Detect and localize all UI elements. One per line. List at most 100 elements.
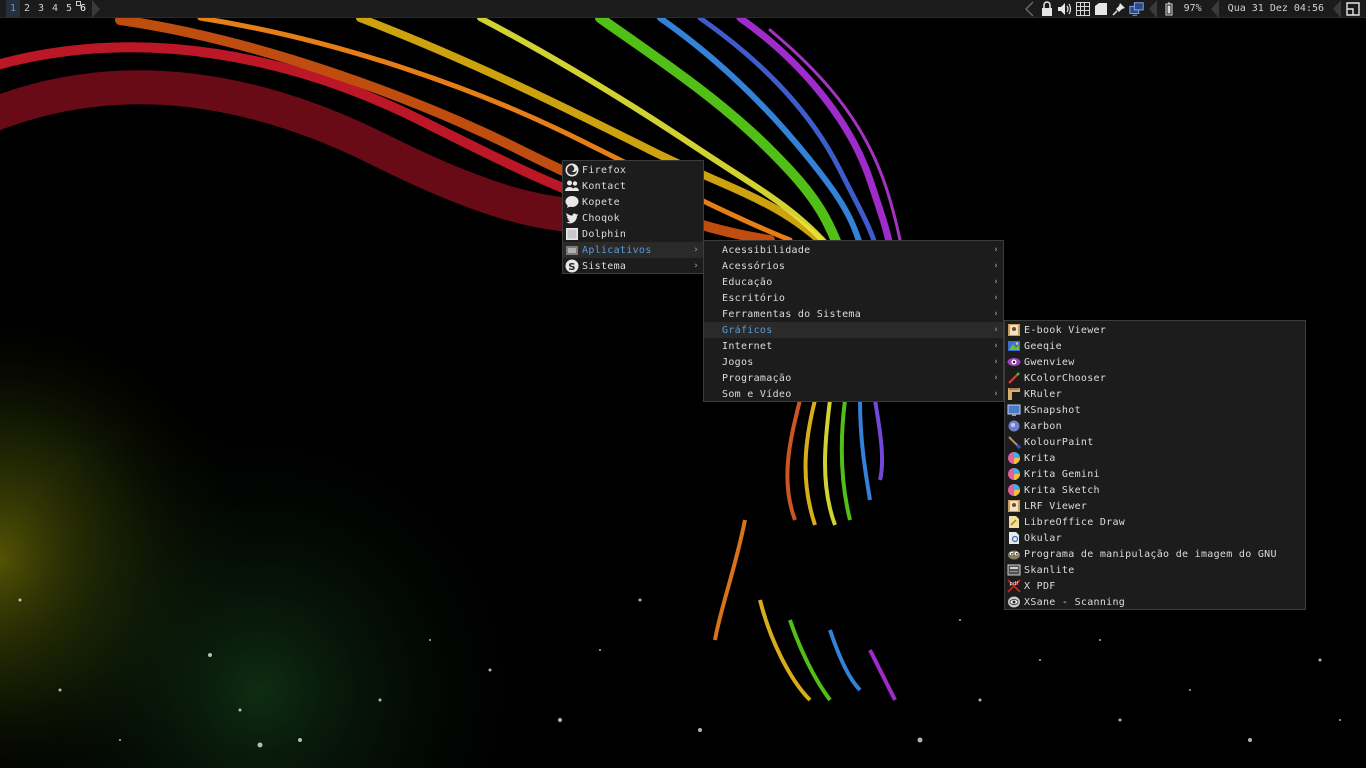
submenu-arrow-icon: › [993, 325, 999, 335]
svg-text:S: S [568, 262, 576, 273]
app-xpdf[interactable]: pdf X PDF [1005, 578, 1305, 594]
app-gimp[interactable]: Programa de manipulação de imagem do GNU [1005, 546, 1305, 562]
top-panel: 1 2 3 4 5 6 97% Qua 31 Dez 04:56 [0, 0, 1366, 18]
color-picker-icon [1007, 371, 1021, 385]
lock-icon[interactable] [1039, 0, 1055, 17]
menu-item-label: Sistema [582, 260, 627, 272]
volume-icon[interactable] [1057, 1, 1073, 17]
menu-item-label: Skanlite [1024, 564, 1075, 576]
menu-item-dolphin[interactable]: Dolphin [563, 226, 703, 242]
app-lrf-viewer[interactable]: LRF Viewer [1005, 498, 1305, 514]
menu-item-choqok[interactable]: Choqok [563, 210, 703, 226]
app-skanlite[interactable]: Skanlite [1005, 562, 1305, 578]
menu-item-label: KColorChooser [1024, 372, 1107, 384]
menu-item-label: KRuler [1024, 388, 1062, 400]
menu-item-kontact[interactable]: Kontact [563, 178, 703, 194]
menu-item-label: Choqok [582, 212, 620, 224]
twitter-bird-icon [565, 211, 579, 225]
category-internet[interactable]: Internet › [704, 338, 1003, 354]
menu-item-label: Okular [1024, 532, 1062, 544]
submenu-arrow-icon: › [993, 245, 999, 255]
menu-item-label: Internet [722, 340, 773, 352]
desktop-5[interactable]: 5 [62, 0, 76, 18]
submenu-arrow-icon: › [993, 373, 999, 383]
menu-item-firefox[interactable]: Firefox [563, 162, 703, 178]
notes-icon[interactable] [1093, 1, 1109, 17]
geeqie-icon [1007, 339, 1021, 353]
menu-item-label: X PDF [1024, 580, 1056, 592]
paintbrush-icon [1007, 435, 1021, 449]
app-ebook-viewer[interactable]: E-book Viewer [1005, 322, 1305, 338]
desktop-2[interactable]: 2 [20, 0, 34, 18]
category-escritorio[interactable]: Escritório › [704, 290, 1003, 306]
menu-item-label: Dolphin [582, 228, 627, 240]
firefox-icon [565, 163, 579, 177]
arrow-left-icon[interactable] [1021, 0, 1037, 17]
menu-item-aplicativos[interactable]: Aplicativos › [563, 242, 703, 258]
pin-icon[interactable] [1111, 1, 1127, 17]
menu-item-kopete[interactable]: Kopete [563, 194, 703, 210]
category-acessibilidade[interactable]: Acessibilidade › [704, 242, 1003, 258]
chat-bubble-icon [565, 195, 579, 209]
app-ksnapshot[interactable]: KSnapshot [1005, 402, 1305, 418]
network-icon[interactable] [1129, 1, 1145, 17]
submenu-arrow-icon: › [993, 309, 999, 319]
app-kcolorchooser[interactable]: KColorChooser [1005, 370, 1305, 386]
app-kolourpaint[interactable]: KolourPaint [1005, 434, 1305, 450]
app-krita-gemini[interactable]: Krita Gemini [1005, 466, 1305, 482]
menu-item-label: LibreOffice Draw [1024, 516, 1126, 528]
submenu-arrow-icon: › [993, 261, 999, 271]
ruler-icon [1007, 387, 1021, 401]
category-programacao[interactable]: Programação › [704, 370, 1003, 386]
category-graficos[interactable]: Gráficos › [704, 322, 1003, 338]
applications-icon [565, 243, 579, 257]
menu-item-sistema[interactable]: S Sistema › [563, 258, 703, 274]
app-okular[interactable]: Okular [1005, 530, 1305, 546]
menu-item-label: Krita Gemini [1024, 468, 1100, 480]
document-viewer-icon [1007, 531, 1021, 545]
category-ferramentas-do-sistema[interactable]: Ferramentas do Sistema › [704, 306, 1003, 322]
contacts-icon [565, 179, 579, 193]
panel-separator [1210, 0, 1219, 18]
app-gwenview[interactable]: Gwenview [1005, 354, 1305, 370]
battery-icon[interactable] [1161, 1, 1177, 17]
app-karbon[interactable]: Karbon [1005, 418, 1305, 434]
system-icon: S [565, 259, 579, 273]
category-acessorios[interactable]: Acessórios › [704, 258, 1003, 274]
pdf-icon: pdf [1007, 579, 1021, 593]
panel-separator [92, 0, 100, 18]
desktop-1[interactable]: 1 [6, 0, 20, 18]
menu-item-label: Firefox [582, 164, 627, 176]
category-educacao[interactable]: Educação › [704, 274, 1003, 290]
app-krita-sketch[interactable]: Krita Sketch [1005, 482, 1305, 498]
menu-item-label: Geeqie [1024, 340, 1062, 352]
category-som-e-video[interactable]: Som e Vídeo › [704, 386, 1003, 402]
app-kruler[interactable]: KRuler [1005, 386, 1305, 402]
clock[interactable]: Qua 31 Dez 04:56 [1222, 0, 1330, 18]
panel-separator [1333, 0, 1341, 18]
draw-icon [1007, 515, 1021, 529]
category-jogos[interactable]: Jogos › [704, 354, 1003, 370]
ebook-icon [1007, 499, 1021, 513]
menu-item-label: KolourPaint [1024, 436, 1094, 448]
menu-item-label: Karbon [1024, 420, 1062, 432]
menu-item-label: Krita Sketch [1024, 484, 1100, 496]
app-xsane[interactable]: XSane - Scanning [1005, 594, 1305, 610]
window-layout-icon[interactable] [1345, 1, 1361, 17]
karbon-icon [1007, 419, 1021, 433]
menu-item-label: Ferramentas do Sistema [722, 308, 862, 320]
submenu-arrow-icon: › [693, 261, 699, 271]
submenu-arrow-icon: › [993, 357, 999, 367]
desktop-window-indicator [76, 0, 81, 6]
app-krita[interactable]: Krita [1005, 450, 1305, 466]
menu-item-label: Educação [722, 276, 773, 288]
calendar-grid-icon[interactable] [1075, 1, 1091, 17]
app-geeqie[interactable]: Geeqie [1005, 338, 1305, 354]
app-libreoffice-draw[interactable]: LibreOffice Draw [1005, 514, 1305, 530]
menu-item-label: Aplicativos [582, 244, 652, 256]
menu-item-label: Escritório [722, 292, 786, 304]
desktop-4[interactable]: 4 [48, 0, 62, 18]
menu-item-label: Acessibilidade [722, 244, 811, 256]
desktop-3[interactable]: 3 [34, 0, 48, 18]
menu-item-label: Gráficos [722, 324, 773, 336]
